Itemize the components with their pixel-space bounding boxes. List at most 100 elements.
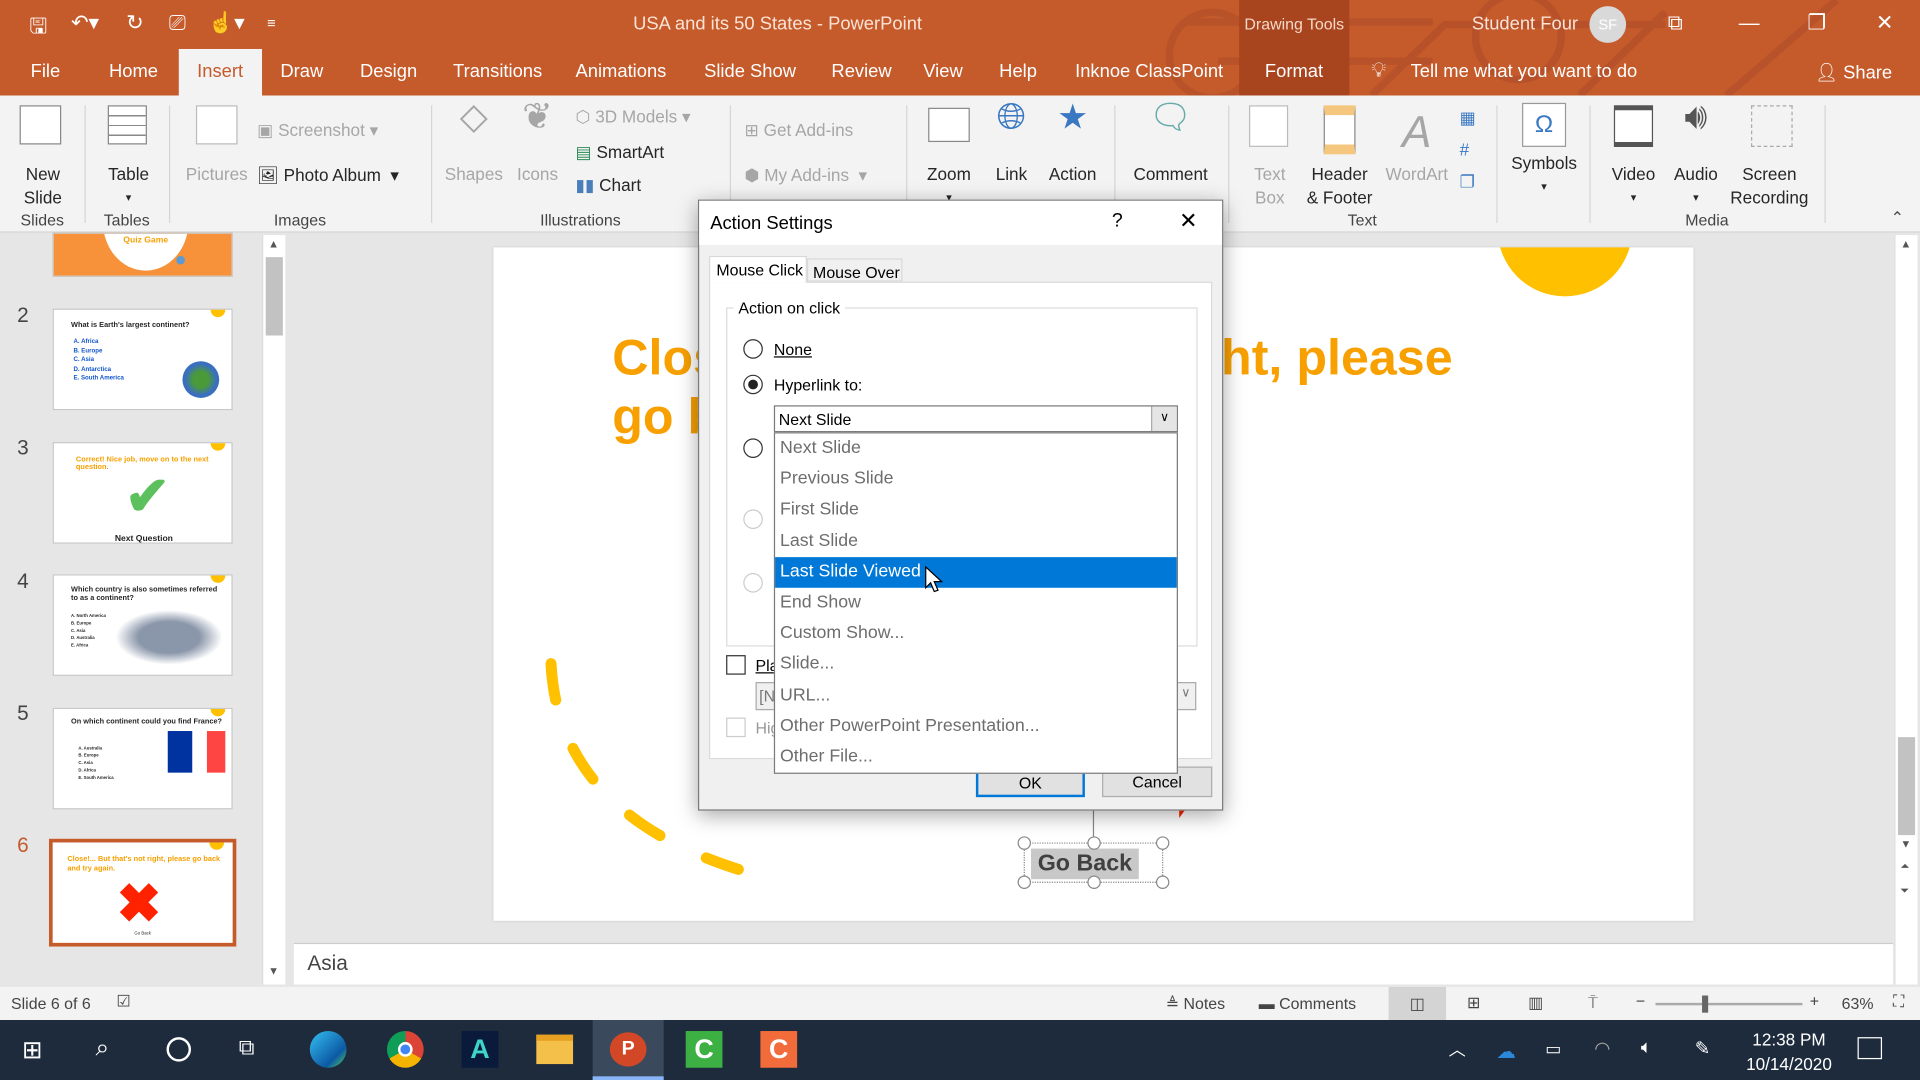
resize-handle[interactable] [1155,836,1170,850]
zoom-out-button[interactable]: − [1636,992,1645,1010]
battery-icon[interactable]: ▭ [1545,1038,1561,1059]
file-explorer-icon[interactable] [536,1034,574,1065]
radio-hyperlink[interactable] [743,374,763,395]
audio-button[interactable]: 🔊︎ Audio ▾ [1668,99,1724,209]
volume-icon[interactable]: 🔈︎ [1641,1037,1652,1058]
slideshow-view-button[interactable]: ⍑ [1588,993,1598,1013]
smartart-button[interactable]: ▤ SmartArt [576,141,665,164]
hyperlink-dropdown[interactable]: Next Slide ∨ [773,405,1178,433]
onedrive-icon[interactable]: ☁ [1496,1040,1516,1064]
dropdown-option[interactable]: Other File... [775,742,1177,773]
notes-pane[interactable]: Asia [293,942,1894,985]
next-slide-icon[interactable]: ⏷ [1900,884,1909,897]
task-view-icon[interactable]: ⧉ [239,1035,255,1061]
camtasia-orange-icon[interactable]: C [760,1031,798,1068]
action-center-icon[interactable] [1857,1037,1883,1060]
help-button[interactable]: ? [1112,211,1123,233]
ribbon-display-options-icon[interactable]: ⧉ [1668,11,1683,35]
tab-draw[interactable]: Draw [280,61,323,82]
scrollbar-thumb[interactable] [265,257,283,336]
dropdown-option[interactable]: First Slide [775,495,1177,526]
radio-run-program[interactable] [743,438,763,458]
clock[interactable]: 12:38 PM 10/14/2020 [1736,1027,1841,1076]
tab-help[interactable]: Help [999,61,1037,82]
restore-icon[interactable]: ❐ [1807,11,1826,35]
tab-mouse-over[interactable]: Mouse Over [806,258,903,282]
dropdown-option[interactable]: End Show [775,588,1177,619]
resize-handle[interactable] [1155,875,1170,889]
dropdown-option[interactable]: Custom Show... [775,619,1177,650]
powerpoint-taskbar-button[interactable]: P [592,1020,664,1080]
user-name[interactable]: Student Four [1472,13,1578,34]
scrollbar-thumb[interactable] [1897,737,1916,836]
date-time-icon[interactable]: ▦ [1460,108,1476,129]
share-button[interactable]: 👤︎ Share [1815,61,1892,83]
tab-format[interactable]: Format [1265,61,1323,82]
icons-button[interactable]: ❦ Icons [512,99,563,186]
screen-recording-button[interactable]: Screen Recording [1727,105,1813,209]
slide-thumbnail-1[interactable]: Quiz Game [52,232,233,277]
zoom-button[interactable]: Zoom ▾ [921,105,977,209]
minimize-icon[interactable]: — [1739,11,1760,35]
zoom-level[interactable]: 63% [1842,994,1874,1012]
reading-view-button[interactable]: ▥ [1528,993,1543,1013]
dropdown-option[interactable]: URL... [775,680,1177,711]
new-slide-button[interactable]: New Slide [12,105,73,209]
comments-button[interactable]: ▬ Comments [1259,994,1356,1012]
slide-number-icon[interactable]: # [1460,140,1470,160]
pen-icon[interactable]: ✎ [1695,1037,1710,1059]
slide-thumbnail-5[interactable]: On which continent could you find France… [52,707,233,810]
previous-slide-icon[interactable]: ⏶ [1900,860,1909,873]
table-button[interactable]: Table ▾ [100,105,156,209]
header-footer-button[interactable]: Header & Footer [1302,105,1378,209]
slide-thumbnail-6-selected[interactable]: Close!... But that's not right, please g… [48,838,237,947]
wifi-icon[interactable]: ◠ [1594,1037,1610,1059]
screenshot-button[interactable]: ▣ Screenshot ▾ [257,119,378,142]
avatar[interactable]: SF [1589,6,1627,43]
scroll-up-icon[interactable]: ▲ [1900,238,1911,250]
edge-icon[interactable] [309,1031,347,1068]
action-button[interactable]: ★ Action [1043,100,1102,186]
slide-thumbnail-3[interactable]: Correct! Nice job, move on to the next q… [52,442,233,544]
tab-view[interactable]: View [923,61,962,82]
tab-slide-show[interactable]: Slide Show [704,61,796,82]
tab-insert[interactable]: Insert [178,48,262,96]
resize-handle[interactable] [1087,875,1101,889]
radio-none[interactable] [743,339,763,359]
chevron-down-icon[interactable]: ∨ [1151,406,1177,432]
windows-start-icon[interactable]: ⊞ [22,1035,43,1066]
comment-button[interactable]: 🗨︎ Comment [1127,100,1215,186]
tab-design[interactable]: Design [360,61,417,82]
slide-thumbnail-2[interactable]: What is Earth's largest continent? A. Af… [52,308,233,411]
slide-sorter-button[interactable]: ⊞ [1467,993,1480,1013]
3d-models-button[interactable]: ⬡ 3D Models ▾ [576,105,691,128]
slide-thumbnail-4[interactable]: Which country is also sometimes referred… [52,574,233,676]
radio-none-label[interactable]: None [774,340,812,358]
radio-hyperlink-label[interactable]: Hyperlink to: [774,376,862,394]
dropdown-option[interactable]: Last Slide Viewed [775,556,1177,588]
collapse-ribbon-icon[interactable]: ⌃ [1891,208,1904,228]
dropdown-option[interactable]: Next Slide [775,433,1177,464]
dropdown-option[interactable]: Slide... [775,649,1177,680]
zoom-slider-thumb[interactable] [1701,995,1708,1013]
show-hidden-icons[interactable]: ︿ [1449,1037,1466,1061]
wordart-button[interactable]: A WordArt [1380,105,1453,186]
chrome-icon[interactable] [386,1031,424,1068]
resize-handle[interactable] [1017,836,1032,850]
notes-button[interactable]: ≜ Notes [1166,994,1225,1014]
pictures-button[interactable]: Pictures [184,105,250,186]
scroll-down-icon[interactable]: ▼ [1900,838,1911,850]
get-addins-button[interactable]: ⊞ Get Add-ins [744,119,853,142]
resize-handle[interactable] [1087,836,1101,850]
normal-view-button[interactable]: ◫ [1388,986,1447,1021]
zoom-in-button[interactable]: + [1810,992,1819,1010]
symbols-button[interactable]: Ω Symbols ▾ [1509,102,1580,199]
spell-check-icon[interactable]: ☑ [116,992,130,1012]
play-sound-checkbox[interactable] [726,655,746,675]
camtasia-green-icon[interactable]: C [685,1031,723,1068]
chart-button[interactable]: ▮▮ Chart [576,174,642,197]
thumbnail-scrollbar[interactable]: ▲ ▼ [262,235,286,985]
dialog-close-button[interactable]: ✕ [1179,208,1197,234]
close-icon[interactable]: ✕ [1876,11,1893,35]
app-a-icon[interactable]: A [461,1031,499,1068]
